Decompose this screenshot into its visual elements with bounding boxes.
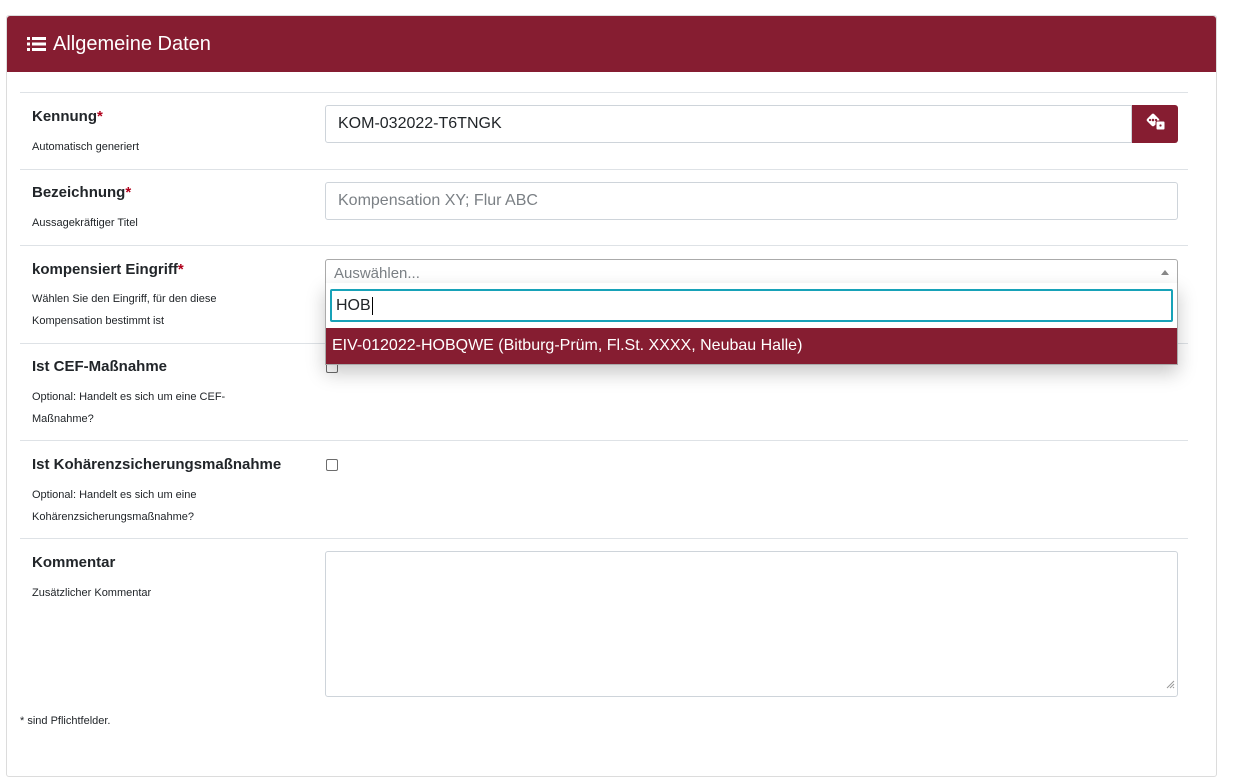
eingriff-option[interactable]: EIV-012022-HOBQWE (Bitburg-Prüm, Fl.St. … [326,328,1177,364]
kommentar-textarea[interactable] [325,551,1178,697]
kennung-value: KOM-032022-T6TNGK [338,115,502,132]
eingriff-search-input[interactable]: HOB [330,289,1173,322]
eingriff-hint: Wählen Sie den Eingriff, für den diese K… [32,288,216,332]
bezeichnung-placeholder: Kompensation XY; Flur ABC [338,192,538,209]
card-header: Allgemeine Daten [7,16,1216,72]
kohaerenz-hint: Optional: Handelt es sich um eine Kohäre… [32,484,196,528]
bezeichnung-hint: Aussagekräftiger Titel [32,217,138,229]
kohaerenz-hint-line2: Kohärenzsicherungsmaßnahme? [32,511,195,523]
cef-hint: Optional: Handelt es sich um eine CEF- M… [32,386,225,430]
bezeichnung-input[interactable]: Kompensation XY; Flur ABC [325,182,1178,220]
caret-up-icon [1161,270,1169,275]
eingriff-label: kompensiert Eingriff* [32,261,184,278]
eingriff-hint-line2: Kompensation bestimmt ist [32,315,165,327]
kohaerenz-label: Ist Kohärenzsicherungsmaßnahme [32,456,282,473]
required-mark: * [97,108,103,125]
eingriff-hint-line1: Wählen Sie den Eingriff, für den diese [32,293,217,305]
required-fields-note: * sind Pflichtfelder. [20,715,111,727]
required-mark: * [177,261,184,278]
eingriff-search-value: HOB [336,296,371,314]
generate-id-button[interactable] [1132,105,1178,143]
row-kohaerenz: Ist Kohärenzsicherungsmaßnahme Optional:… [20,440,1188,539]
text-caret [371,296,373,315]
cef-hint-line2: Maßnahme? [32,413,94,425]
resize-handle-icon[interactable] [1166,676,1175,694]
card-title: Allgemeine Daten [53,32,211,55]
row-bezeichnung: Bezeichnung* Aussagekräftiger Titel Komp… [20,169,1188,246]
eingriff-select-placeholder: Auswählen... [334,264,420,282]
kommentar-hint: Zusätzlicher Kommentar [32,587,152,599]
kohaerenz-hint-line1: Optional: Handelt es sich um eine [32,489,197,501]
list-icon [27,36,46,52]
kennung-label: Kennung* [32,108,103,125]
cef-label: Ist CEF-Maßnahme [32,358,168,375]
kennung-input[interactable]: KOM-032022-T6TNGK [325,105,1132,143]
row-kommentar: Kommentar Zusätzlicher Kommentar [20,538,1188,709]
bezeichnung-label: Bezeichnung* [32,184,132,201]
cef-hint-line1: Optional: Handelt es sich um eine CEF- [32,391,226,403]
kennung-hint: Automatisch generiert [32,141,139,153]
required-mark: * [125,184,132,201]
kommentar-label: Kommentar [32,554,116,571]
kohaerenz-checkbox[interactable] [326,459,338,471]
dice-icon [1144,113,1166,136]
row-kennung: Kennung* Automatisch generiert KOM-03202… [20,92,1188,170]
eingriff-dropdown: HOB EIV-012022-HOBQWE (Bitburg-Prüm, Fl.… [325,283,1178,365]
